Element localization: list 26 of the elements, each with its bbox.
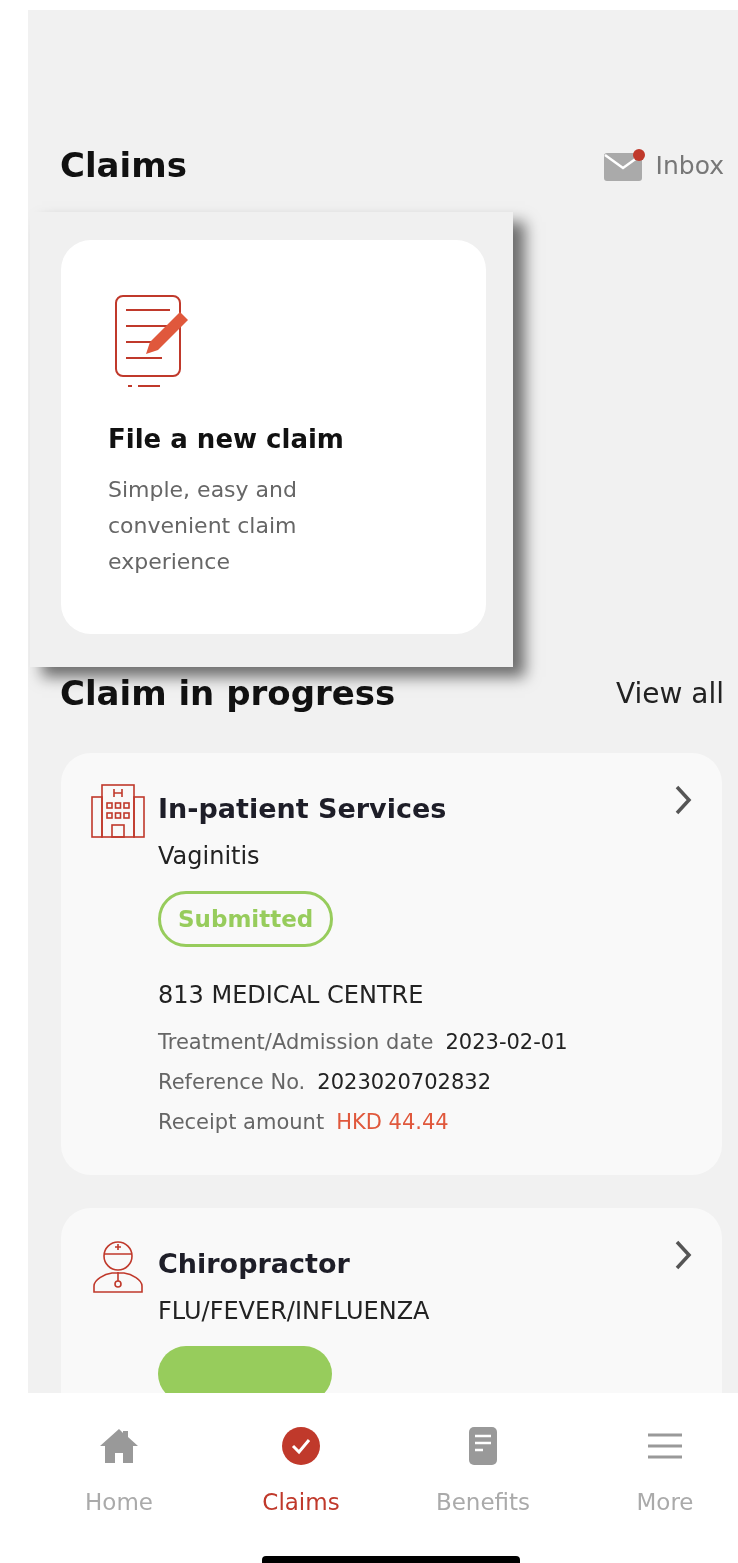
inbox-button[interactable]: Inbox bbox=[603, 148, 724, 182]
diagnosis: FLU/FEVER/INFLUENZA bbox=[158, 1296, 430, 1327]
service-name: Chiropractor bbox=[158, 1247, 350, 1281]
page-title: Claims bbox=[60, 145, 187, 185]
check-icon bbox=[280, 1425, 322, 1467]
detail-label: Reference No. bbox=[158, 1069, 306, 1096]
service-name: In-patient Services bbox=[158, 792, 447, 826]
provider-name: 813 MEDICAL CENTRE bbox=[158, 981, 424, 1009]
section-title: Claim in progress bbox=[60, 673, 396, 713]
status-badge: Submitted bbox=[158, 891, 334, 947]
detail-value: HKD 44.44 bbox=[336, 1109, 449, 1136]
card-description: Simple, easy and convenient claim experience bbox=[108, 476, 298, 576]
detail-value: 2023020702832 bbox=[317, 1069, 491, 1096]
view-all-link[interactable]: View all bbox=[615, 676, 724, 710]
card-title: File a new claim bbox=[108, 424, 345, 454]
diagnosis: Vaginitis bbox=[158, 841, 260, 872]
hospital-icon bbox=[90, 783, 146, 839]
mail-icon bbox=[603, 148, 646, 182]
doctor-icon bbox=[90, 1238, 146, 1294]
detail-value: 2023-02-01 bbox=[445, 1029, 568, 1056]
detail-label: Receipt amount bbox=[158, 1109, 325, 1136]
claim-card[interactable]: In-patient Services Vaginitis Submitted 813 MEDICAL CENTRE Treatment/Admission date 2023-02-01 Reference No. 2023020702832 Receipt amount HKD 44.44 bbox=[61, 753, 722, 1175]
claim-card[interactable]: Chiropractor FLU/FEVER/INFLUENZA bbox=[61, 1208, 722, 1393]
new-claim-card[interactable]: File a new claim Simple, easy and convenient claim experience bbox=[61, 240, 486, 634]
nav-tab[interactable]: Claims bbox=[262, 1425, 340, 1515]
detail-label: Treatment/Admission date bbox=[158, 1029, 434, 1056]
